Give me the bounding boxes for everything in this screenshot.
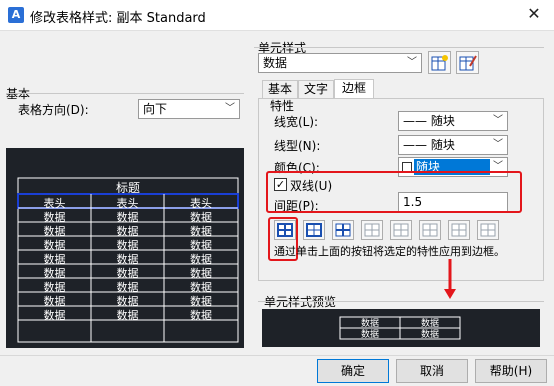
line-width-value: —— 随块 (403, 114, 455, 128)
chevron-down-icon: ﹀ (493, 115, 503, 126)
cell-style-dropdown[interactable]: 数据 ﹀ (258, 53, 422, 73)
window-title: 修改表格样式: 副本 Standard (30, 11, 206, 26)
no-border-button[interactable] (477, 220, 499, 240)
direction-value: 向下 (143, 102, 168, 116)
border-hint-text: 通过单击上面的按钮将选定的特性应用到边框。 (274, 245, 505, 258)
line-type-value: —— 随块 (403, 138, 455, 152)
left-border-icon (393, 223, 409, 237)
cell-style-preview: 数据 数据 数据 数据 (262, 309, 540, 347)
table-preview: 标题 表头 表头 表头 数据 数据 数据 数据 数据 数据 数据 数据 数据 数据 数据 数据 数据 数据… (6, 148, 244, 348)
cell-preview-line (258, 301, 544, 302)
cancel-button[interactable]: 取消 (396, 359, 468, 383)
inside-borders-button[interactable] (332, 220, 354, 240)
bottom-border-button[interactable] (361, 220, 383, 240)
cell-preview-text: 数据 (420, 330, 439, 340)
chevron-down-icon: ﹀ (225, 103, 235, 114)
tab-basic[interactable]: 基本 (262, 80, 298, 98)
top-border-icon (422, 223, 438, 237)
new-table-style-icon (431, 55, 448, 71)
preview-data-cell: 数据 (43, 309, 66, 322)
tab-border[interactable]: 边框 (334, 79, 374, 99)
line-width-dropdown[interactable]: —— 随块 ﹀ (398, 111, 508, 131)
direction-label: 表格方向(D): (18, 103, 89, 117)
red-arrow-icon (444, 259, 456, 299)
line-type-dropdown[interactable]: —— 随块 ﹀ (398, 135, 508, 155)
app-icon: A (8, 7, 24, 23)
chevron-down-icon: ﹀ (407, 57, 417, 68)
properties-label: 特性 (270, 99, 295, 113)
left-border-button[interactable] (390, 220, 412, 240)
preview-title: 标题 (115, 181, 140, 195)
direction-dropdown[interactable]: 向下 ﹀ (138, 99, 240, 119)
top-border-button[interactable] (419, 220, 441, 240)
no-border-icon (480, 223, 496, 237)
cell-preview-text: 数据 (360, 330, 379, 340)
outside-borders-button[interactable] (303, 220, 325, 240)
highlight-box-double-line (266, 171, 522, 213)
line-width-label: 线宽(L): (274, 115, 319, 129)
inside-borders-icon (335, 223, 351, 237)
right-border-button[interactable] (448, 220, 470, 240)
close-button[interactable]: ✕ (522, 4, 546, 24)
cell-style-group-line (254, 47, 544, 48)
chevron-down-icon: ﹀ (493, 139, 503, 150)
create-cell-style-button[interactable] (428, 51, 451, 74)
line-type-label: 线型(N): (274, 139, 321, 153)
bottom-border-icon (364, 223, 380, 237)
preview-data-cell: 数据 (116, 309, 139, 322)
help-button[interactable]: 帮助(H) (475, 359, 547, 383)
title-bar: A 修改表格样式: 副本 Standard ✕ (0, 0, 554, 30)
cell-style-value: 数据 (263, 56, 288, 70)
footer-divider (0, 355, 554, 356)
preview-data-cell: 数据 (190, 309, 212, 322)
dialog-body: 基本 表格方向(D): 向下 ﹀ 标题 表头 表头 表头 数据 数据 数据 数据 数据数… (0, 30, 554, 386)
outside-borders-icon (306, 223, 322, 237)
right-border-icon (451, 223, 467, 237)
tab-text[interactable]: 文字 (298, 80, 334, 98)
manage-style-icon (459, 55, 477, 71)
manage-cell-style-button[interactable] (456, 51, 479, 74)
ok-button[interactable]: 确定 (317, 359, 389, 383)
